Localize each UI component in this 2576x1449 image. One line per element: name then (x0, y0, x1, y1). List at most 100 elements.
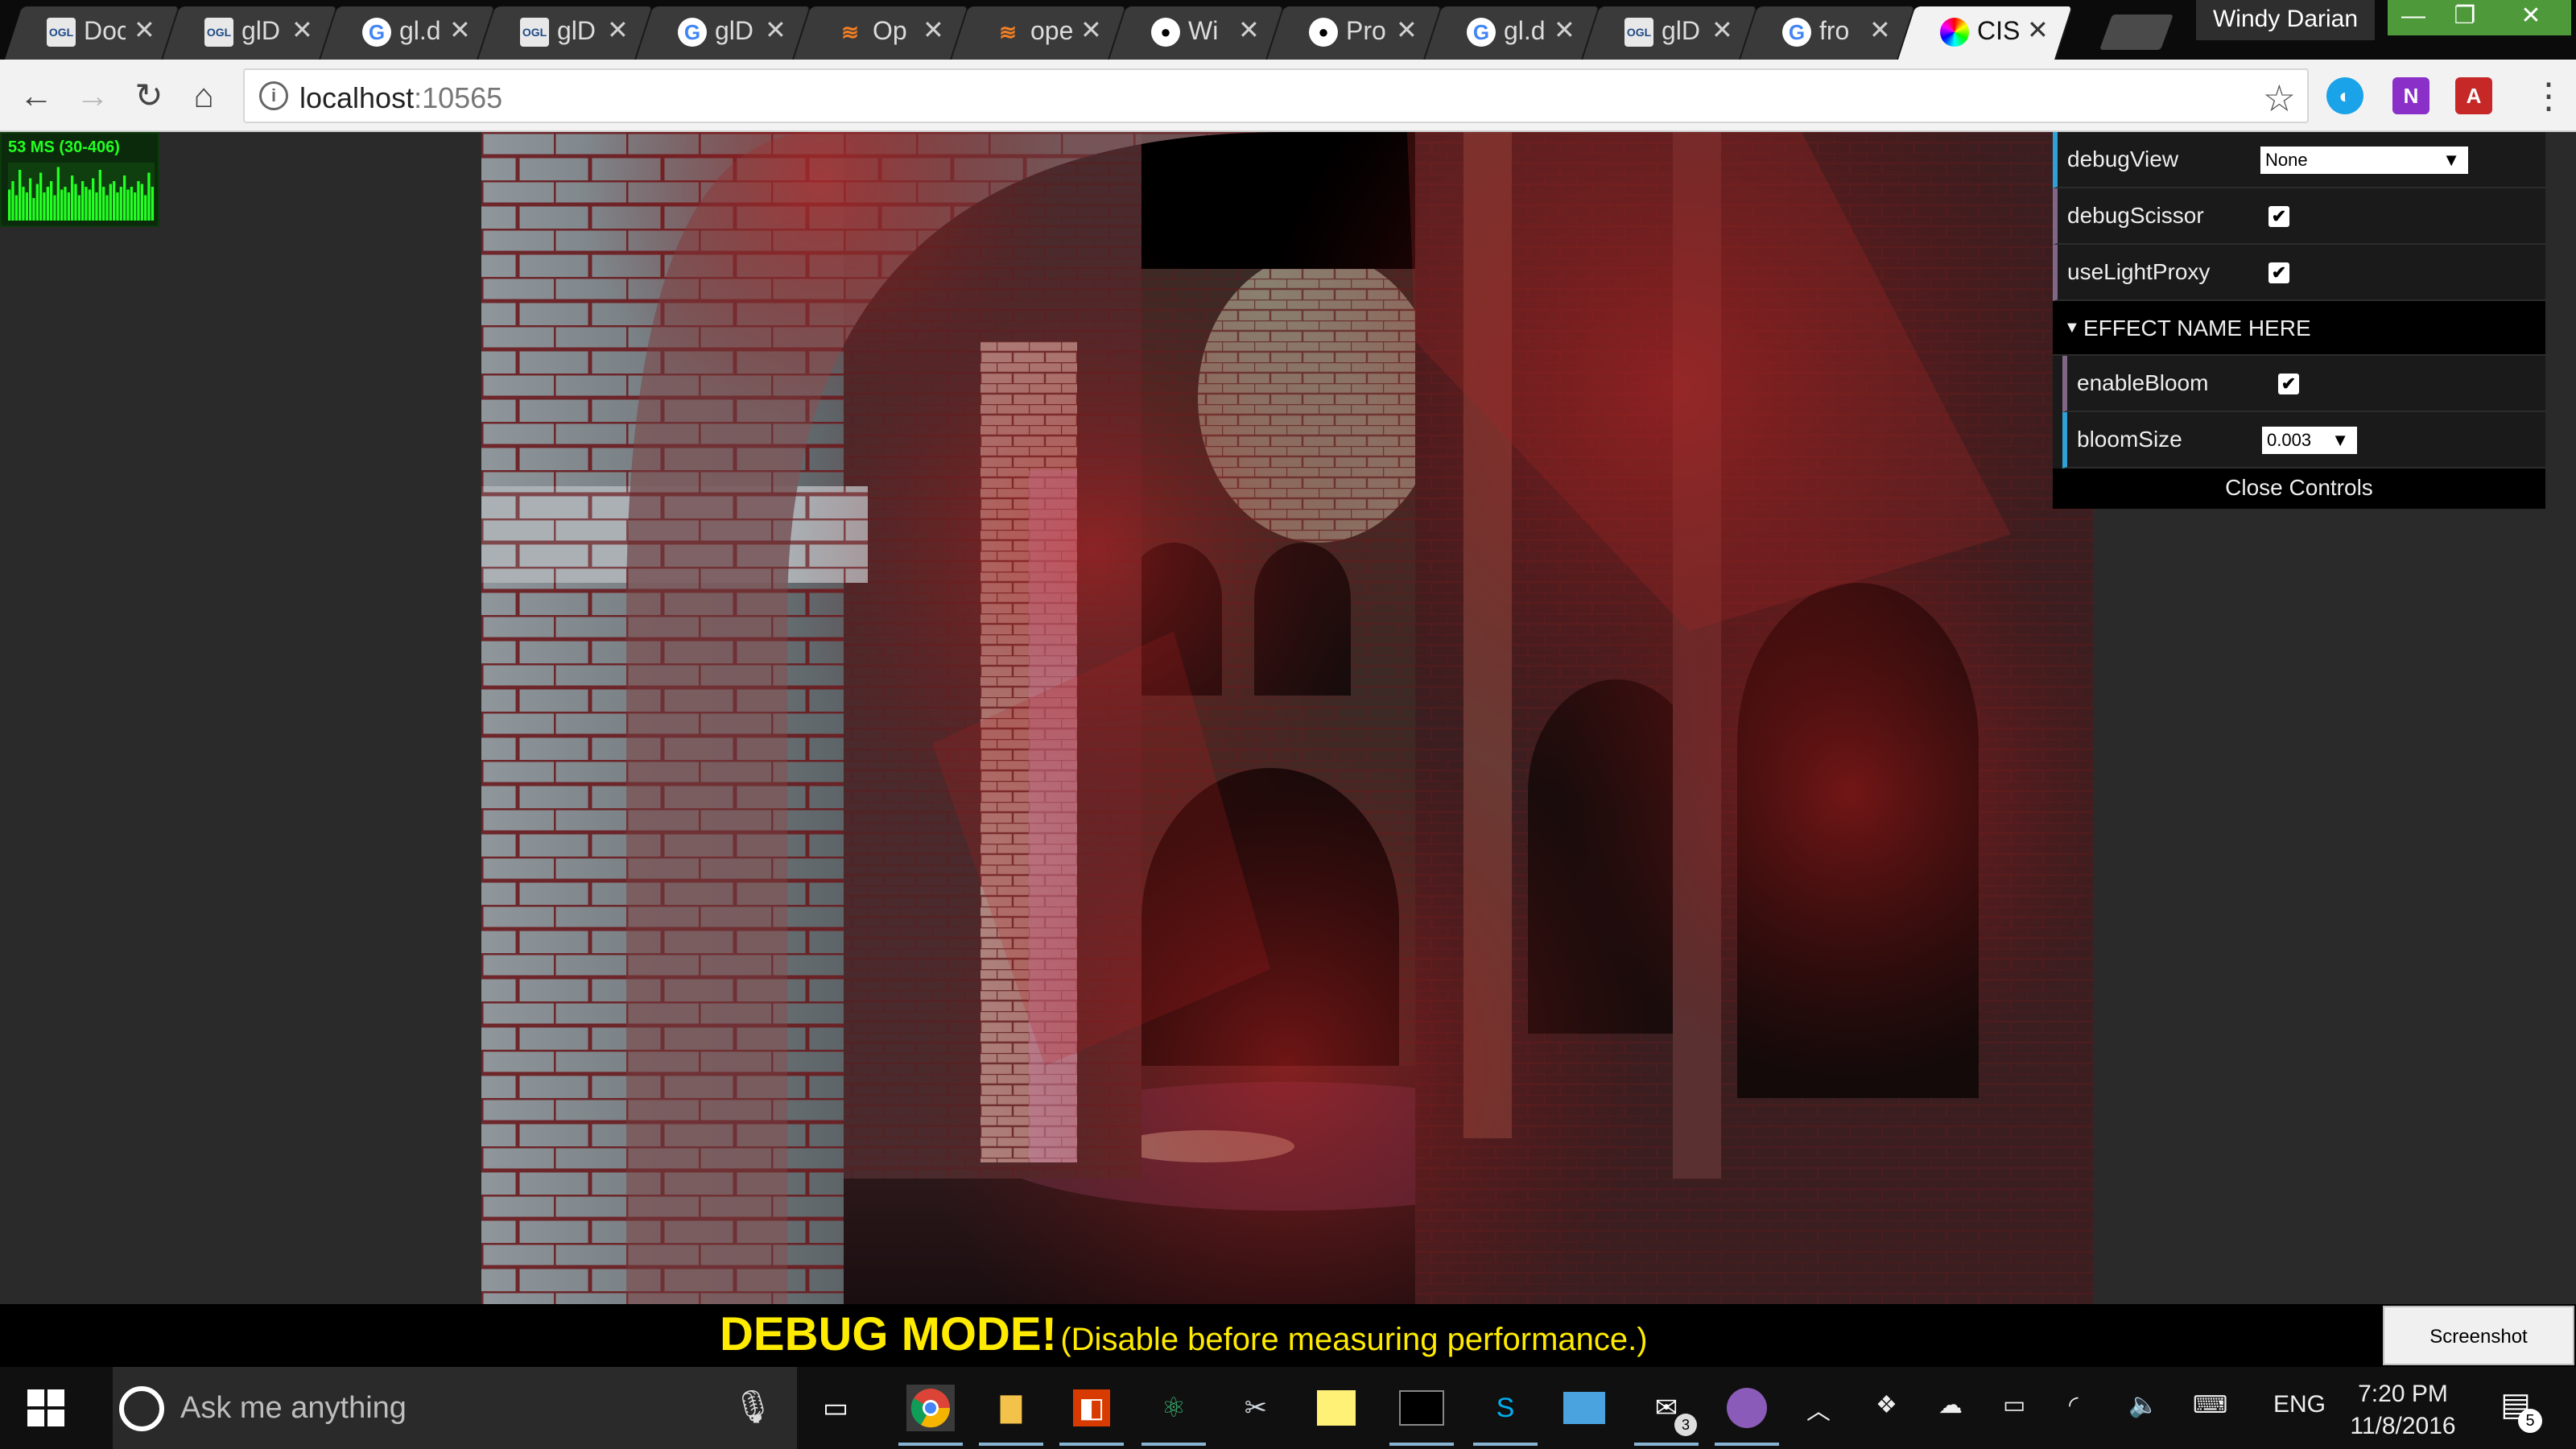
bookmark-star-icon[interactable]: ☆ (2263, 76, 2296, 120)
browser-tab[interactable]: Ggl.d ✕ (320, 0, 496, 60)
site-info-icon[interactable]: i (259, 81, 288, 110)
google-icon: G (362, 18, 391, 47)
close-tab-icon[interactable]: ✕ (291, 14, 313, 45)
enablebloom-checkbox[interactable]: ✔ (2278, 374, 2299, 394)
close-window-button[interactable]: ✕ (2491, 0, 2571, 35)
office-icon[interactable]: ◧ (1059, 1385, 1124, 1446)
browser-tab[interactable]: ● Wi ✕ (1109, 0, 1285, 60)
extension-circle-icon[interactable]: ◐ (2326, 77, 2363, 114)
snipping-icon[interactable]: ✂ (1232, 1385, 1280, 1431)
debugview-select[interactable]: None ▼ (2260, 147, 2468, 174)
close-tab-icon[interactable]: ✕ (1554, 14, 1575, 45)
file-explorer-icon[interactable]: ▇ (979, 1385, 1043, 1446)
onedrive-icon[interactable]: ☁ (1938, 1391, 1963, 1419)
wifi-icon[interactable]: ◜ (2069, 1391, 2079, 1419)
debugscissor-control: debugScissor ✔ (2053, 188, 2545, 245)
power-icon[interactable]: ▭ (2003, 1391, 2025, 1419)
close-tab-icon[interactable]: ✕ (607, 14, 629, 45)
new-tab-button[interactable] (2099, 14, 2174, 50)
enablebloom-label: enableBloom (2077, 370, 2209, 395)
effect-folder-header[interactable]: ▼ EFFECT NAME HERE (2053, 301, 2545, 356)
stackoverflow-icon: ≋ (841, 20, 859, 44)
user-profile-button[interactable]: Windy Darian (2196, 0, 2375, 40)
browser-tab[interactable]: Gfro ✕ (1740, 0, 1916, 60)
windows-start-icon[interactable] (27, 1389, 64, 1426)
terminal-icon[interactable] (1389, 1385, 1454, 1446)
cortana-search-box[interactable]: Ask me anything 🎙 (113, 1367, 797, 1449)
webgl-canvas[interactable] (481, 132, 2093, 1304)
browser-tab[interactable]: Ggl.d ✕ (1425, 0, 1600, 60)
browser-tab[interactable]: ≋ Op ✕ (794, 0, 969, 60)
browser-tab[interactable]: OGL Doc ✕ (5, 0, 180, 60)
browser-tab[interactable]: OGL glD ✕ (163, 0, 338, 60)
close-tab-icon[interactable]: ✕ (1396, 14, 1418, 45)
show-hidden-icons-chevron-icon[interactable]: ︿ (1806, 1391, 1831, 1426)
frame-time-bar (95, 192, 98, 221)
browser-tab[interactable]: GglD ✕ (636, 0, 811, 60)
close-tab-icon[interactable]: ✕ (1238, 14, 1260, 45)
close-tab-icon[interactable]: ✕ (1869, 14, 1891, 45)
browser-tab[interactable]: OGL glD ✕ (1583, 0, 1758, 60)
close-tab-icon[interactable]: ✕ (134, 14, 155, 45)
keyboard-icon[interactable]: ⌨ (2193, 1391, 2227, 1419)
frame-time-bar (46, 187, 49, 221)
back-button[interactable]: ← (16, 76, 56, 116)
frame-time-bar (74, 184, 77, 221)
forward-button[interactable]: → (72, 76, 113, 116)
onenote-icon[interactable]: N (2392, 77, 2429, 114)
menu-kebab-icon[interactable]: ⋮ (2531, 76, 2566, 117)
frame-time-bar (81, 181, 85, 221)
frame-time-bar (67, 192, 70, 221)
debug-note: (Disable before measuring performance.) (1060, 1322, 1648, 1357)
frame-time-bar (130, 187, 133, 221)
github-desktop-icon[interactable] (1715, 1385, 1779, 1446)
close-tab-icon[interactable]: ✕ (2027, 14, 2049, 45)
reload-button[interactable]: ↻ (129, 76, 169, 116)
system-clock[interactable]: 7:20 PM 11/8/2016 (2326, 1378, 2479, 1443)
frame-time-bar (77, 195, 80, 221)
frame-time-bar (88, 189, 91, 221)
home-button[interactable]: ⌂ (184, 76, 224, 116)
chrome-icon[interactable] (898, 1385, 963, 1446)
bloomsize-select[interactable]: 0.003 ▼ (2262, 427, 2357, 454)
frame-time-bar (64, 187, 67, 221)
mail-icon[interactable]: ✉ 3 (1634, 1385, 1699, 1446)
close-tab-icon[interactable]: ✕ (1080, 14, 1102, 45)
browser-tab[interactable]: CIS ✕ (1898, 0, 2074, 60)
frame-time-bar (113, 181, 116, 221)
sticky-notes-icon[interactable] (1312, 1385, 1360, 1431)
task-view-icon[interactable]: ▭ (811, 1385, 860, 1431)
chevron-down-icon: ▼ (2442, 150, 2460, 170)
browser-tab[interactable]: ≋ ope ✕ (952, 0, 1127, 60)
close-tab-icon[interactable]: ✕ (923, 14, 944, 45)
photos-icon[interactable] (1560, 1385, 1608, 1431)
skype-icon[interactable]: S (1473, 1385, 1538, 1446)
scene-render (481, 132, 2093, 1304)
uselightproxy-checkbox[interactable]: ✔ (2268, 262, 2289, 283)
browser-tab[interactable]: ● Pro ✕ (1267, 0, 1443, 60)
pdf-extension-icon[interactable]: A (2455, 77, 2492, 114)
dropbox-icon[interactable]: ❖ (1876, 1391, 1897, 1419)
debugscissor-checkbox[interactable]: ✔ (2268, 206, 2289, 227)
volume-icon[interactable]: 🔈 (2128, 1391, 2158, 1419)
frame-time-bar (53, 195, 56, 221)
fps-stats-panel[interactable]: 53 MS (30-406) (0, 132, 159, 227)
microphone-icon[interactable]: 🎙 (733, 1388, 774, 1426)
close-tab-icon[interactable]: ✕ (449, 14, 471, 45)
atom-icon[interactable]: ⚛ (1141, 1385, 1206, 1446)
screenshot-button[interactable]: Screenshot (2383, 1306, 2574, 1365)
close-tab-icon[interactable]: ✕ (765, 14, 786, 45)
frame-time-bar (60, 189, 64, 221)
maximize-button[interactable]: ❐ (2439, 0, 2491, 35)
close-controls-button[interactable]: Close Controls (2053, 469, 2545, 509)
debugscissor-label: debugScissor (2067, 203, 2204, 228)
action-center-icon[interactable]: ▤ 5 (2494, 1386, 2542, 1433)
frame-time-bar (8, 189, 11, 221)
close-tab-icon[interactable]: ✕ (1711, 14, 1733, 45)
language-indicator[interactable]: ENG (2273, 1391, 2326, 1418)
frame-time-bar (102, 187, 105, 221)
frame-time-bar (11, 181, 14, 221)
address-bar[interactable]: i localhost:10565 ☆ (243, 68, 2309, 123)
browser-tab[interactable]: OGL glD ✕ (478, 0, 654, 60)
minimize-button[interactable]: — (2388, 0, 2439, 35)
